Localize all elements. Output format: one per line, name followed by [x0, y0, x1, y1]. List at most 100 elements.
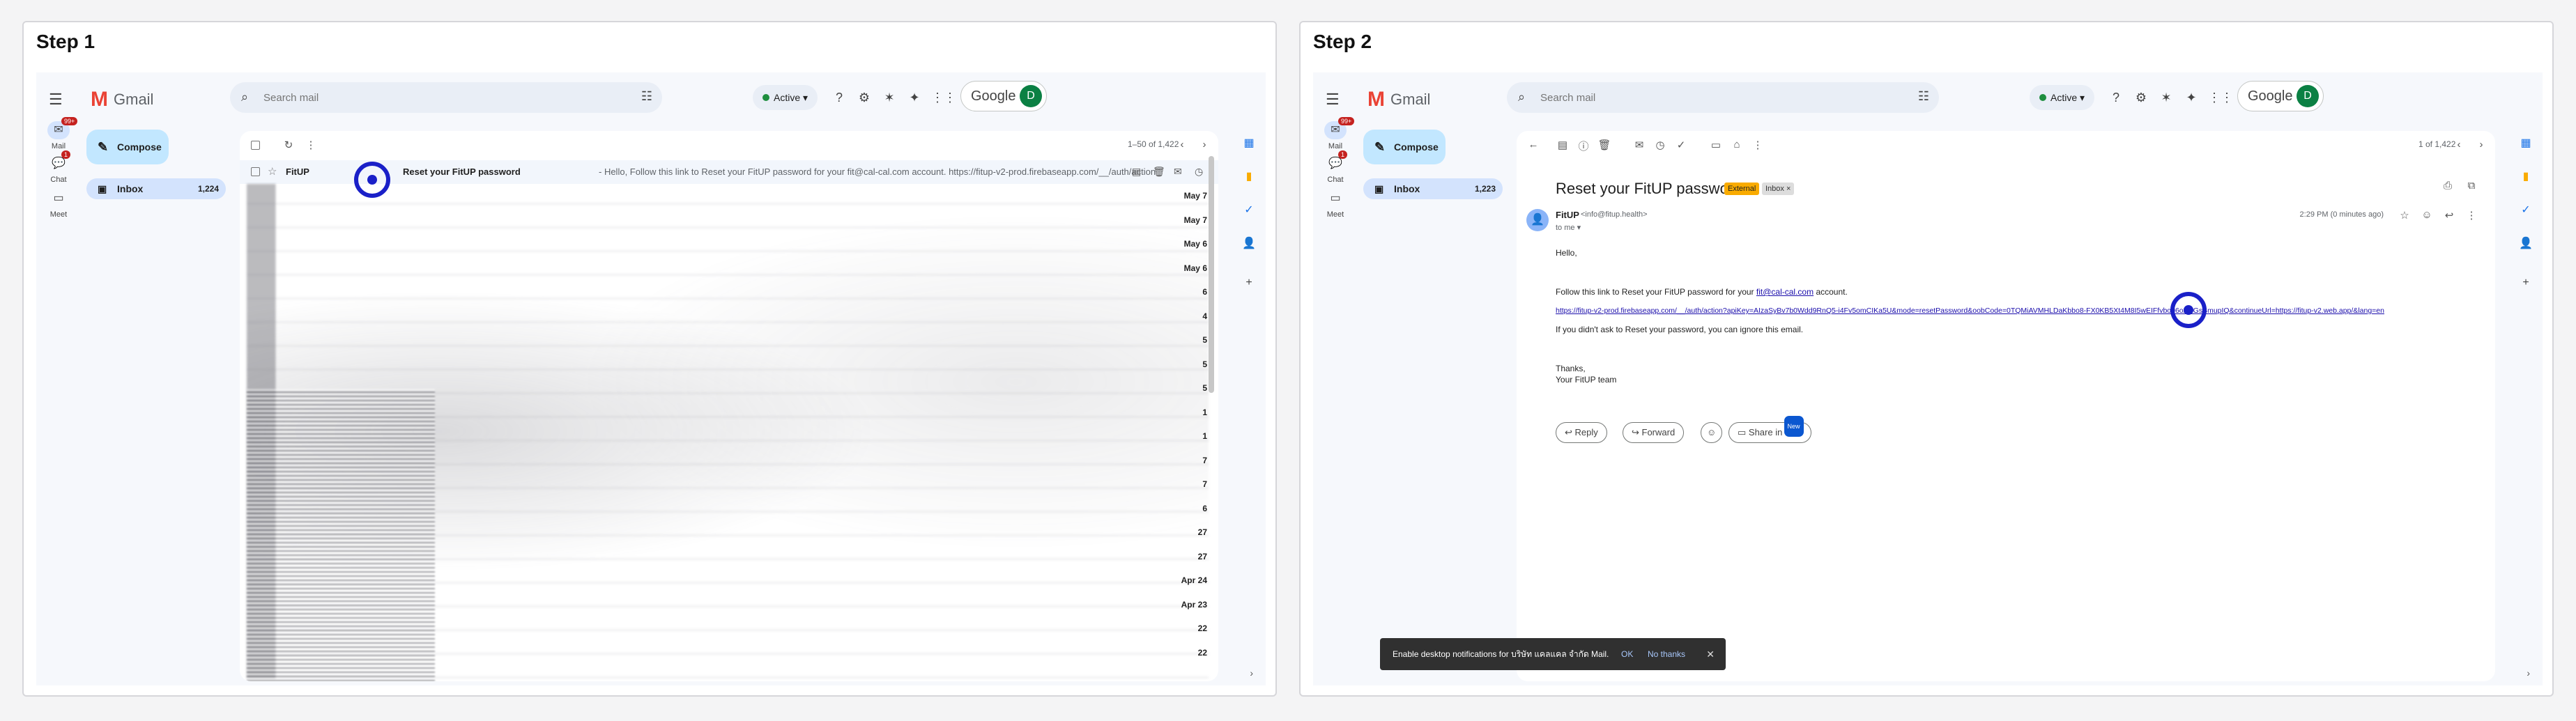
label-icon[interactable]: ⌂ [1730, 139, 1744, 150]
recipient-toggle[interactable]: to me ▾ [1556, 223, 1581, 232]
row-date: May 6 [1183, 239, 1207, 249]
refresh-icon[interactable]: ↻ [282, 139, 296, 151]
tasks-icon[interactable]: ✓ [1241, 202, 1257, 219]
rail-meet[interactable]: ▭ Meet [40, 189, 77, 219]
back-icon[interactable]: ← [1526, 139, 1540, 150]
contacts-icon[interactable]: 👤 [1241, 235, 1257, 252]
status-button[interactable]: Active ▾ [753, 85, 818, 110]
add-addon-icon[interactable]: + [1241, 274, 1257, 291]
external-tag: External [1724, 183, 1760, 195]
mark-read-icon[interactable]: ✉ [1174, 166, 1182, 178]
delete-icon[interactable]: 🗑 [1153, 166, 1165, 178]
toast-no-thanks-button[interactable]: No thanks [1648, 638, 1685, 670]
reply-icon[interactable]: ↩ [2442, 209, 2456, 222]
star-icon[interactable]: ☆ [268, 165, 277, 178]
search-options-icon[interactable]: ☷ [641, 89, 652, 104]
search-bar[interactable]: ⌕ ☷ [230, 82, 662, 113]
search-bar[interactable]: ⌕ ☷ [1507, 82, 1939, 113]
reply-button[interactable]: ↩ Reply [1556, 422, 1607, 443]
move-to-icon[interactable]: ▭ [1709, 139, 1723, 151]
apps-grid-icon[interactable]: ⋮⋮ [931, 89, 956, 106]
row-date: 22 [1197, 623, 1207, 633]
menu-icon[interactable]: ☰ [49, 92, 67, 107]
next-email-icon[interactable]: › [2474, 139, 2488, 150]
share-in-chat-button[interactable]: ▭ Share in chat New [1728, 416, 1811, 443]
open-new-window-icon[interactable]: ⧉ [2464, 180, 2478, 192]
close-icon[interactable]: ✕ [1706, 638, 1715, 670]
rail-meet[interactable]: ▭ Meet [1317, 189, 1354, 219]
archive-icon[interactable]: ▤ [1132, 166, 1141, 178]
compose-button[interactable]: ✎ Compose [86, 130, 169, 164]
rail-chat-label: Chat [50, 176, 67, 184]
rail-chat[interactable]: 💬 1 Chat [40, 150, 77, 184]
line1-suffix: account. [1816, 287, 1848, 297]
inbox-icon: ▣ [1374, 183, 1384, 194]
search-input[interactable] [263, 89, 612, 106]
gmail-logo[interactable]: M Gmail [1367, 88, 1430, 111]
toast-ok-button[interactable]: OK [1621, 638, 1633, 670]
search-options-icon[interactable]: ☷ [1918, 89, 1929, 104]
inbox-icon: ▣ [98, 183, 107, 194]
help-icon[interactable]: ? [2108, 89, 2124, 106]
more-options-icon[interactable]: ⋮ [2464, 209, 2478, 222]
rail-chat[interactable]: 💬 1 Chat [1317, 150, 1354, 184]
logo-text: Gmail [114, 91, 154, 108]
emoji-icon[interactable]: ☺ [2420, 209, 2434, 221]
snooze-icon[interactable]: ◷ [1195, 166, 1203, 178]
report-spam-icon[interactable]: ⓘ [1577, 139, 1590, 153]
row-date: 7 [1202, 455, 1207, 465]
compose-button[interactable]: ✎ Compose [1363, 130, 1446, 164]
prev-email-icon[interactable]: ‹ [2452, 139, 2466, 150]
rail-mail[interactable]: ✉ 99+ Mail [1317, 117, 1355, 150]
star-icon[interactable]: ☆ [2398, 209, 2412, 222]
show-side-panel-icon[interactable]: › [1250, 667, 1253, 679]
nav-inbox[interactable]: ▣ Inbox 1,224 [86, 178, 226, 199]
settings-icon[interactable]: ⚙ [2133, 89, 2149, 106]
scrollbar[interactable] [1209, 156, 1214, 393]
nav-inbox[interactable]: ▣ Inbox 1,223 [1363, 178, 1503, 199]
archive-icon[interactable]: ▤ [1556, 139, 1570, 151]
gemini-icon[interactable]: ✶ [2158, 89, 2175, 106]
keep-icon[interactable]: ▮ [1241, 169, 1257, 185]
sparkle-icon[interactable]: ✦ [2183, 89, 2200, 106]
inbox-tag[interactable]: Inbox × [1762, 183, 1795, 195]
reset-password-link[interactable]: https://fitup-v2-prod.firebaseapp.com/__… [1556, 307, 2384, 315]
show-side-panel-icon[interactable]: › [2527, 667, 2530, 679]
print-icon[interactable]: ⎙ [2441, 180, 2455, 192]
status-button[interactable]: Active ▾ [2030, 85, 2095, 110]
add-task-icon[interactable]: ✓ [1674, 139, 1688, 151]
more-icon[interactable]: ⋮ [1751, 139, 1765, 151]
help-icon[interactable]: ? [831, 89, 848, 106]
calendar-icon[interactable]: ▦ [1241, 135, 1257, 152]
gemini-icon[interactable]: ✶ [881, 89, 898, 106]
tasks-icon[interactable]: ✓ [2517, 202, 2534, 219]
delete-icon[interactable]: 🗑 [1597, 139, 1611, 151]
email-address-link[interactable]: fit@cal-cal.com [1756, 287, 1814, 297]
calendar-icon[interactable]: ▦ [2517, 135, 2534, 152]
more-icon[interactable]: ⋮ [304, 139, 318, 151]
sparkle-icon[interactable]: ✦ [906, 89, 923, 106]
forward-button[interactable]: ↪ Forward [1623, 422, 1685, 443]
prev-page-icon[interactable]: ‹ [1175, 139, 1189, 150]
gmail-logo[interactable]: M Gmail [91, 88, 153, 111]
search-icon[interactable]: ⌕ [1518, 90, 1525, 104]
select-all-checkbox[interactable] [251, 141, 260, 150]
mark-unread-icon[interactable]: ✉ [1632, 139, 1646, 151]
snooze-icon[interactable]: ◷ [1653, 139, 1667, 151]
search-icon[interactable]: ⌕ [241, 90, 248, 104]
rail-mail[interactable]: ✉ 99+ Mail [40, 117, 78, 150]
menu-icon[interactable]: ☰ [1326, 92, 1344, 107]
account-button[interactable]: Google D [960, 81, 1047, 111]
contacts-icon[interactable]: 👤 [2517, 235, 2534, 252]
add-addon-icon[interactable]: + [2517, 274, 2534, 291]
row-checkbox[interactable] [251, 167, 260, 176]
next-page-icon[interactable]: › [1197, 139, 1211, 150]
search-input[interactable] [1540, 89, 1889, 106]
settings-icon[interactable]: ⚙ [856, 89, 873, 106]
inbox-count: 1,224 [197, 184, 219, 194]
keep-icon[interactable]: ▮ [2517, 169, 2534, 185]
apps-grid-icon[interactable]: ⋮⋮ [2208, 89, 2233, 106]
emoji-react-button[interactable]: ☺ [1701, 422, 1723, 443]
account-label: Google [2248, 88, 2293, 104]
account-button[interactable]: Google D [2237, 81, 2324, 111]
